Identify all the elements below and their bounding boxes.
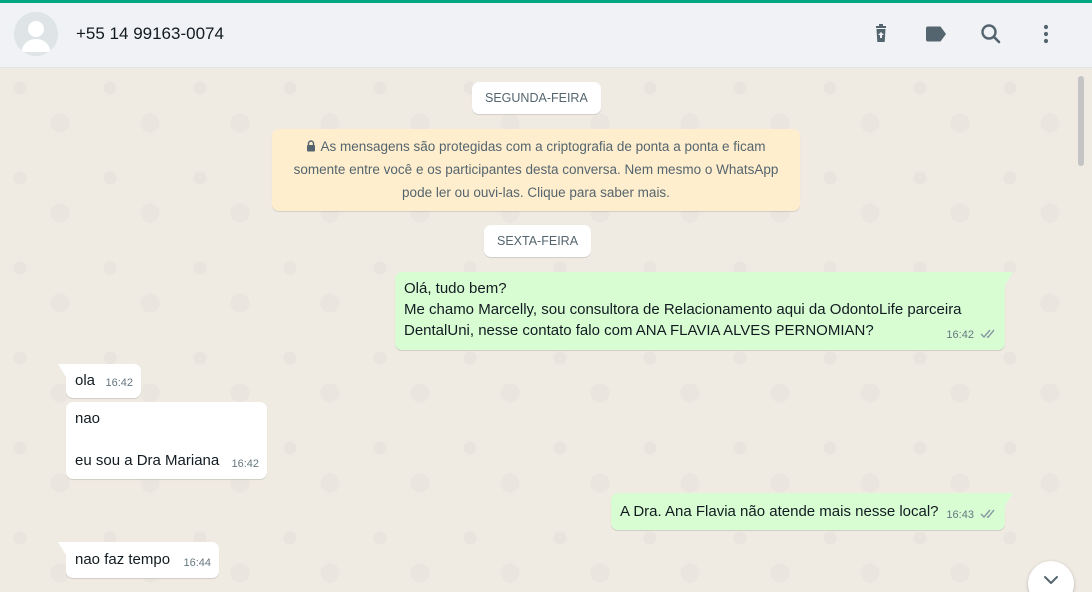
label-icon [926, 26, 946, 42]
label-chat-button[interactable] [922, 20, 950, 48]
chevron-down-icon [1044, 576, 1058, 584]
date-divider: SEGUNDA-FEIRA [472, 82, 601, 114]
message-time: 16:44 [183, 557, 211, 569]
bubble-tail [1005, 272, 1013, 285]
read-receipt-icon [980, 508, 997, 519]
message-time: 16:42 [946, 329, 974, 341]
contact-name[interactable]: +55 14 99163-0074 [76, 24, 224, 44]
outgoing-message[interactable]: A Dra. Ana Flavia não atende mais nesse … [611, 493, 1013, 530]
message-meta: 16:42 [946, 325, 997, 346]
default-avatar-icon [14, 12, 58, 56]
outgoing-message[interactable]: Olá, tudo bem? Me chamo Marcelly, sou co… [395, 272, 1013, 350]
bubble-tail [1005, 493, 1013, 506]
incoming-message[interactable]: ola 16:42 [58, 364, 141, 398]
avatar[interactable] [14, 12, 58, 56]
message-text [75, 429, 258, 450]
chat-area[interactable]: SEGUNDA-FEIRA As mensagens são protegida… [0, 68, 1092, 592]
message-text: Olá, tudo bem? [404, 280, 507, 297]
lock-icon [306, 140, 316, 152]
message-meta: 16:43 [946, 505, 997, 526]
message-text: DentalUni, nesse contato falo com ANA FL… [404, 322, 874, 339]
message-time: 16:42 [105, 377, 133, 389]
encryption-notice-line: pode ler ou ouvi-las. Clique para saber … [402, 185, 670, 200]
bubble-tail [58, 364, 66, 377]
menu-icon [1043, 24, 1049, 44]
encryption-notice[interactable]: As mensagens são protegidas com a cripto… [272, 129, 800, 211]
encryption-notice-line: somente entre você e os participantes de… [293, 162, 779, 177]
message-text: Me chamo Marcelly, sou consultora de Rel… [404, 301, 962, 318]
scroll-to-bottom-button[interactable] [1028, 561, 1074, 592]
search-button[interactable] [977, 20, 1005, 48]
message-time: 16:42 [231, 458, 259, 470]
menu-button[interactable] [1032, 20, 1060, 48]
message-text: nao [75, 410, 101, 427]
date-divider: SEXTA-FEIRA [484, 225, 592, 257]
incoming-message[interactable]: nao eu sou a Dra Mariana 16:42 [66, 402, 267, 479]
message-text: A Dra. Ana Flavia não atende mais nesse … [620, 503, 939, 520]
bubble-tail [58, 542, 66, 555]
message-time: 16:43 [946, 509, 974, 521]
chat-header: +55 14 99163-0074 [0, 3, 1092, 68]
incoming-message[interactable]: nao faz tempo 16:44 [58, 542, 219, 578]
read-receipt-icon [980, 328, 997, 339]
delete-chat-button[interactable] [867, 20, 895, 48]
search-icon [981, 24, 1001, 44]
delete-icon [876, 24, 886, 42]
encryption-notice-line: As mensagens são protegidas com a cripto… [320, 139, 766, 154]
scrollbar-thumb[interactable] [1078, 76, 1084, 166]
